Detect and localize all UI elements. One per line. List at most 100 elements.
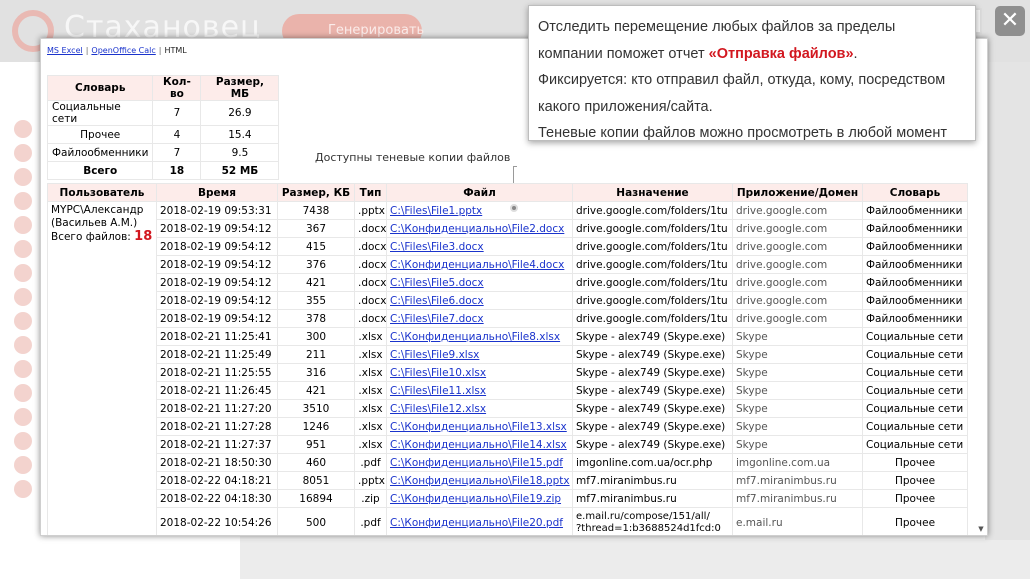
destination-line: ?thread=1:b3688524d1fcd:0 — [576, 522, 721, 534]
summary-cell: Социальные сети — [46, 100, 154, 126]
size-cell: 378 — [277, 309, 355, 328]
size-cell: 7438 — [277, 201, 355, 220]
sidebar-item-icon[interactable] — [14, 384, 32, 402]
column-header[interactable]: Файл — [386, 183, 573, 202]
destination-cell: drive.google.com/folders/1tu — [572, 201, 733, 220]
app-cell: drive.google.com — [732, 291, 863, 310]
app-cell: drive.google.com — [732, 237, 863, 256]
sidebar-item-icon[interactable] — [14, 432, 32, 450]
type-cell: .zip — [354, 489, 387, 508]
file-link[interactable]: C:\Files\File9.xlsx — [390, 349, 479, 361]
file-link[interactable]: C:\Files\File5.docx — [390, 277, 484, 289]
scroll-down-icon[interactable]: ▼ — [977, 525, 985, 533]
callout-text: компании поможет отчет — [538, 45, 709, 62]
file-link[interactable]: C:\Конфиденциально\File14.xlsx — [390, 439, 567, 451]
type-cell: .xlsx — [354, 345, 387, 364]
summary-header: Размер, МБ — [200, 75, 280, 101]
sidebar-item-icon[interactable] — [14, 240, 32, 258]
column-header[interactable]: Приложение/Домен — [732, 183, 863, 202]
type-cell: .xlsx — [354, 327, 387, 346]
file-link[interactable]: C:\Files\File1.pptx — [390, 205, 482, 217]
app-cell: Skype — [732, 327, 863, 346]
app-cell: Skype — [732, 363, 863, 382]
sidebar-item-icon[interactable] — [14, 168, 32, 186]
column-header[interactable]: Назначение — [572, 183, 733, 202]
size-cell: 8051 — [277, 471, 355, 490]
column-header[interactable]: Словарь — [862, 183, 968, 202]
destination-cell: Skype - alex749 (Skype.exe) — [572, 417, 733, 436]
table-row: 2018-02-21 11:25:41 300 .xlsx C:\Конфиденци… — [48, 327, 968, 346]
sidebar-item-icon[interactable] — [14, 480, 32, 498]
destination-cell: Skype - alex749 (Skype.exe) — [572, 363, 733, 382]
sidebar-item-icon[interactable] — [14, 120, 32, 138]
sidebar-item-icon[interactable] — [14, 408, 32, 426]
time-cell: 2018-02-22 04:18:21 — [156, 471, 278, 490]
summary-cell: 9.5 — [200, 143, 280, 162]
dictionary-cell: Файлообменники — [862, 201, 968, 220]
close-icon[interactable]: ✕ — [995, 6, 1025, 36]
sidebar-item-icon[interactable] — [14, 192, 32, 210]
file-cell: C:\Конфиденциально\File20.pdf — [386, 507, 573, 535]
sidebar-item-icon[interactable] — [14, 336, 32, 354]
file-link[interactable]: C:\Files\File12.xlsx — [390, 403, 486, 415]
export-calc-link[interactable]: OpenOffice Calc — [91, 46, 155, 55]
size-cell: 460 — [277, 453, 355, 472]
column-header[interactable]: Пользователь — [47, 183, 157, 202]
file-link[interactable]: C:\Конфиденциально\File15.pdf — [390, 457, 563, 469]
app-cell: Skype — [732, 435, 863, 454]
table-row: 2018-02-22 04:18:30 16894 .zip C:\Конфиденц… — [48, 489, 968, 508]
separator: | — [158, 46, 162, 55]
destination-cell: Skype - alex749 (Skype.exe) — [572, 399, 733, 418]
export-excel-link[interactable]: MS Excel — [47, 46, 83, 55]
sidebar-item-icon[interactable] — [14, 144, 32, 162]
destination-cell: Skype - alex749 (Skype.exe) — [572, 327, 733, 346]
type-cell: .docx — [354, 309, 387, 328]
summary-cell: 15.4 — [200, 125, 280, 144]
total-files: Всего файлов: 18 — [51, 230, 153, 244]
file-link[interactable]: C:\Files\File3.docx — [390, 241, 484, 253]
file-link[interactable]: C:\Конфиденциально\File18.pptx — [390, 475, 570, 487]
table-row: 2018-02-19 09:54:12 415 .docx C:\Files\File… — [48, 237, 968, 256]
callout-line: компании поможет отчет «Отправка файлов»… — [538, 41, 967, 68]
summary-row: Файлообменники 7 9.5 — [46, 143, 280, 162]
sidebar-item-icon[interactable] — [14, 288, 32, 306]
sidebar-item-icon[interactable] — [14, 264, 32, 282]
table-row: 2018-02-19 09:54:12 355 .docx C:\Files\File… — [48, 291, 968, 310]
type-cell: .xlsx — [354, 399, 387, 418]
total-files-count: 18 — [134, 229, 153, 244]
summary-cell: Всего — [46, 161, 154, 180]
file-link[interactable]: C:\Конфиденциально\File13.xlsx — [390, 421, 567, 433]
destination-line: e.mail.ru/compose/151/all/ — [576, 510, 710, 522]
file-link[interactable]: C:\Конфиденциально\File19.zip — [390, 493, 561, 505]
summary-cell: Файлообменники — [46, 143, 154, 162]
file-cell: C:\Files\File9.xlsx — [386, 345, 573, 364]
time-cell: 2018-02-21 18:50:30 — [156, 453, 278, 472]
app-cell: Skype — [732, 381, 863, 400]
column-header[interactable]: Тип — [354, 183, 387, 202]
column-header[interactable]: Размер, КБ — [277, 183, 355, 202]
total-files-label: Всего файлов: — [51, 231, 131, 243]
file-link[interactable]: C:\Конфиденциально\File2.docx — [390, 223, 564, 235]
file-link[interactable]: C:\Конфиденциально\File4.docx — [390, 259, 564, 271]
file-cell: C:\Files\File12.xlsx — [386, 399, 573, 418]
file-link[interactable]: C:\Конфиденциально\File8.xlsx — [390, 331, 560, 343]
file-transfers-table: Пользователь Время Размер, КБ Тип Файл Н… — [47, 183, 968, 535]
file-link[interactable]: C:\Конфиденциально\File20.pdf — [390, 517, 563, 529]
callout-line: Фиксируется: кто отправил файл, откуда, … — [538, 72, 946, 88]
file-link[interactable]: C:\Files\File7.docx — [390, 313, 484, 325]
file-link[interactable]: C:\Files\File6.docx — [390, 295, 484, 307]
table-row: 2018-02-19 09:54:12 378 .docx C:\Files\File… — [48, 309, 968, 328]
sidebar-item-icon[interactable] — [14, 360, 32, 378]
file-link[interactable]: C:\Files\File11.xlsx — [390, 385, 486, 397]
sidebar-item-icon[interactable] — [14, 456, 32, 474]
summary-header: Кол-во — [152, 75, 202, 101]
size-cell: 421 — [277, 273, 355, 292]
size-cell: 316 — [277, 363, 355, 382]
file-link[interactable]: C:\Files\File10.xlsx — [390, 367, 486, 379]
type-cell: .xlsx — [354, 381, 387, 400]
sidebar-item-icon[interactable] — [14, 216, 32, 234]
column-header[interactable]: Время — [156, 183, 278, 202]
table-row: MYPC\Александр (Васильев А.М.) Всего фай… — [47, 201, 968, 535]
sidebar-item-icon[interactable] — [14, 312, 32, 330]
destination-cell: drive.google.com/folders/1tu — [572, 309, 733, 328]
